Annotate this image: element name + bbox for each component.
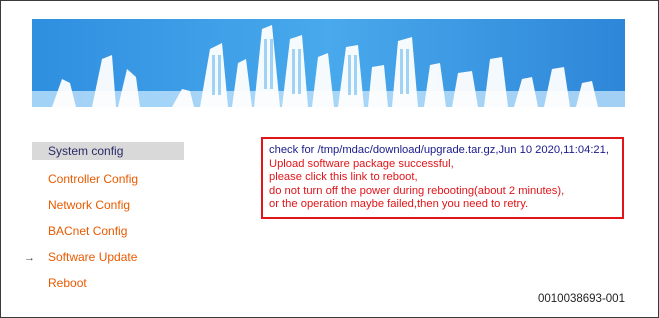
sidebar-item-label: Reboot — [48, 276, 87, 290]
sidebar-item-label: Software Update — [48, 250, 138, 264]
sidebar-item-system-config[interactable]: System config — [32, 142, 184, 160]
sidebar-item-reboot[interactable]: Reboot — [32, 272, 184, 298]
arrow-right-icon: → — [24, 252, 35, 264]
sidebar-item-bacnet-config[interactable]: BACnet Config — [32, 220, 184, 246]
message-line: Upload software package successful, — [269, 157, 454, 170]
sidebar-item-label: Network Config — [48, 198, 131, 212]
page-frame: System config Controller Config Network … — [0, 0, 659, 318]
sidebar-item-label: System config — [48, 144, 124, 158]
message-line: check for /tmp/mdac/download/upgrade.tar… — [269, 144, 609, 156]
message-line: do not turn off the power during rebooti… — [269, 184, 565, 197]
sidebar-menu: System config Controller Config Network … — [24, 142, 184, 298]
sidebar-item-controller-config[interactable]: Controller Config — [32, 168, 184, 194]
sidebar-item-label: Controller Config — [48, 172, 139, 186]
message-line: or the operation maybe failed,then you n… — [269, 198, 529, 211]
sidebar-item-label: BACnet Config — [48, 224, 128, 238]
figure-reference: 0010038693-001 — [538, 293, 625, 305]
sidebar-item-software-update[interactable]: → Software Update — [24, 246, 184, 272]
city-skyline-banner — [32, 19, 625, 107]
sidebar-item-network-config[interactable]: Network Config — [32, 194, 184, 220]
reboot-link[interactable]: please click this link to reboot, — [269, 171, 616, 185]
status-message-box: check for /tmp/mdac/download/upgrade.tar… — [261, 137, 624, 219]
